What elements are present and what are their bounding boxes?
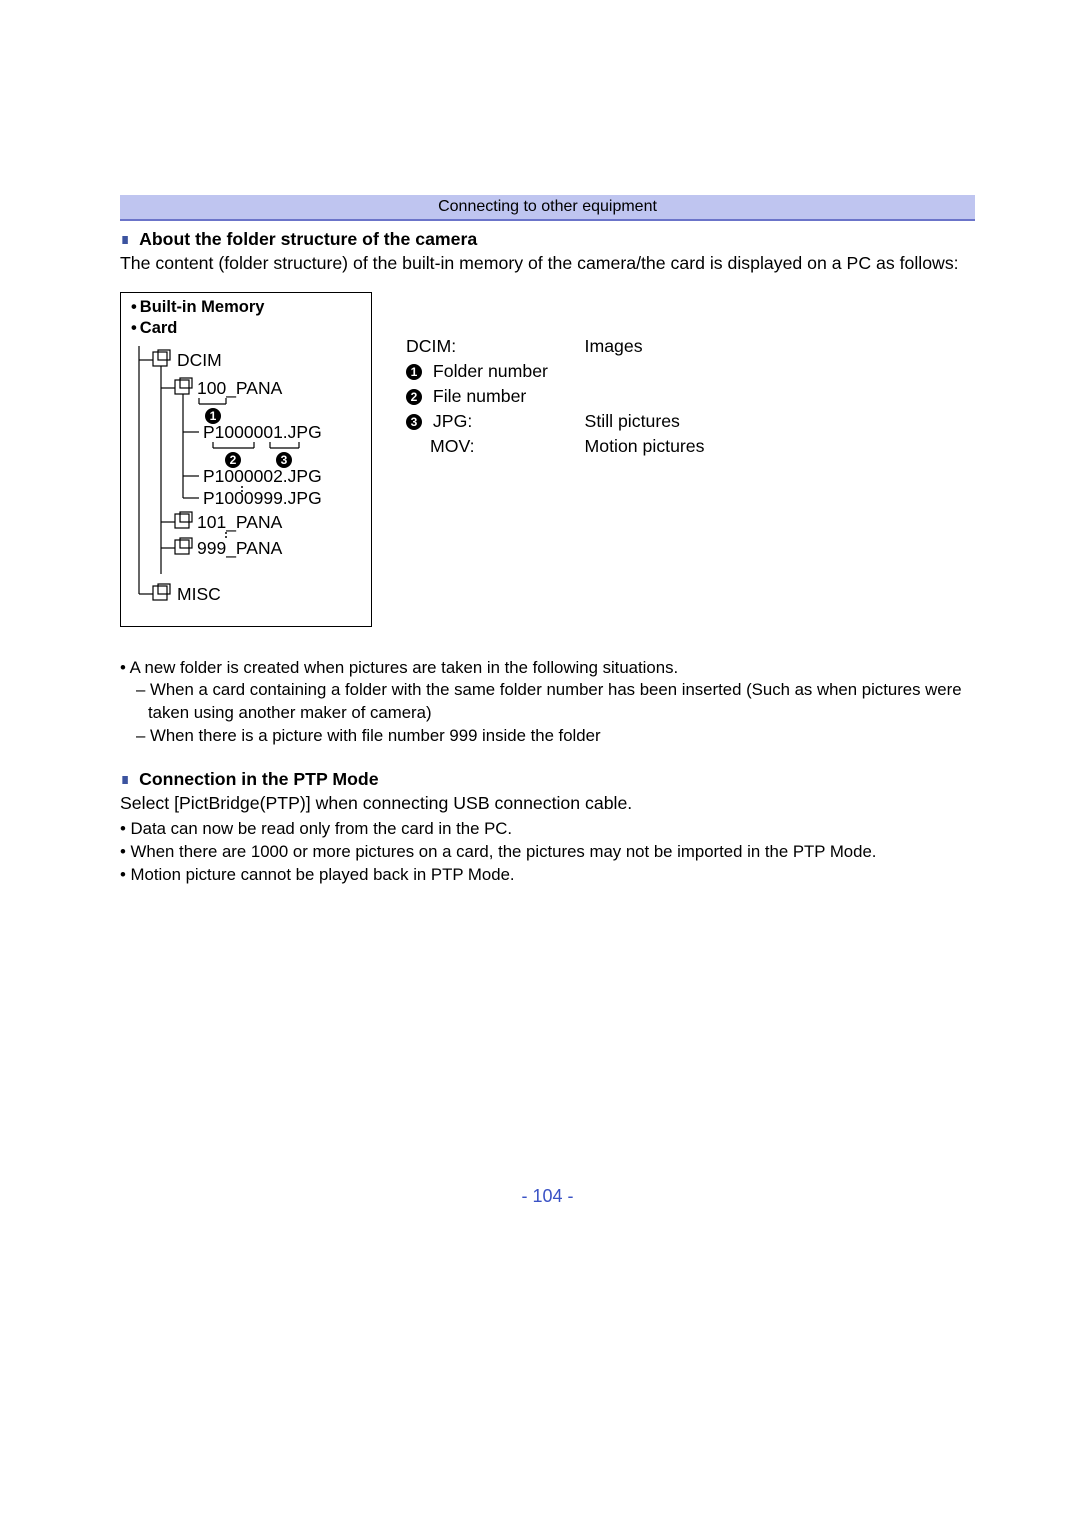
- square-bullet-icon: ∎: [120, 769, 130, 789]
- legend-mov-r: Motion pictures: [485, 436, 713, 459]
- heading-folder-structure: ∎ About the folder structure of the came…: [120, 229, 975, 250]
- svg-text:DCIM: DCIM: [177, 350, 222, 370]
- ptp-note-2: • When there are 1000 or more pictures o…: [120, 841, 975, 864]
- legend-mov-l: MOV:: [406, 436, 483, 459]
- ptp-note-3: • Motion picture cannot be played back i…: [120, 864, 975, 887]
- legend-row-2: File number: [433, 386, 526, 406]
- diagram-memory-label: •Built-in Memory: [131, 297, 365, 318]
- manual-page: Connecting to other equipment ∎ About th…: [0, 0, 1080, 1526]
- svg-text:101_PANA: 101_PANA: [197, 512, 283, 533]
- page-number: - 104 -: [120, 1186, 975, 1207]
- ptp-intro: Select [PictBridge(PTP)] when connecting…: [120, 792, 975, 816]
- square-bullet-icon: ∎: [120, 229, 130, 249]
- legend-dcim-r: Images: [485, 336, 713, 359]
- notes-block-1: • A new folder is created when pictures …: [120, 657, 975, 748]
- svg-text:MISC: MISC: [177, 584, 221, 604]
- svg-text:1: 1: [210, 409, 217, 423]
- intro-paragraph: The content (folder structure) of the bu…: [120, 252, 975, 276]
- svg-text:999_PANA: 999_PANA: [197, 538, 283, 559]
- legend-table: DCIM: Images 1 Folder number 2 File numb…: [404, 334, 714, 627]
- notes-block-2: • Data can now be read only from the car…: [120, 818, 975, 886]
- legend-num-3-icon: 3: [406, 414, 422, 430]
- section-banner: Connecting to other equipment: [120, 195, 975, 221]
- svg-text:100_PANA: 100_PANA: [197, 378, 283, 399]
- legend-row-1: Folder number: [433, 361, 548, 381]
- diagram-card-label: •Card: [131, 318, 365, 339]
- folder-structure-diagram: •Built-in Memory •Card DCIM 1: [120, 292, 372, 627]
- svg-text:3: 3: [281, 453, 288, 467]
- legend-num-2-icon: 2: [406, 389, 422, 405]
- heading-text: About the folder structure of the camera: [139, 229, 477, 249]
- legend-jpg-l: JPG:: [433, 411, 472, 431]
- svg-text:P1000999.JPG: P1000999.JPG: [203, 488, 322, 508]
- legend-num-1-icon: 1: [406, 364, 422, 380]
- note-case-1: – When a card containing a folder with t…: [136, 679, 975, 724]
- svg-text:P1000002.JPG: P1000002.JPG: [203, 466, 322, 486]
- folder-tree-icon: DCIM 100_PANA 1: [127, 346, 357, 616]
- note-newfolder: • A new folder is created when pictures …: [120, 657, 975, 680]
- note-case-2: – When there is a picture with file numb…: [136, 725, 975, 748]
- heading-text: Connection in the PTP Mode: [139, 769, 378, 789]
- ptp-note-1: • Data can now be read only from the car…: [120, 818, 975, 841]
- heading-ptp-mode: ∎ Connection in the PTP Mode: [120, 769, 975, 790]
- diagram-and-legend-row: •Built-in Memory •Card DCIM 1: [120, 292, 975, 627]
- svg-text:2: 2: [230, 453, 237, 467]
- svg-text:P1000001.JPG: P1000001.JPG: [203, 422, 322, 442]
- legend-jpg-r: Still pictures: [485, 411, 713, 434]
- legend-dcim-l: DCIM:: [406, 336, 483, 359]
